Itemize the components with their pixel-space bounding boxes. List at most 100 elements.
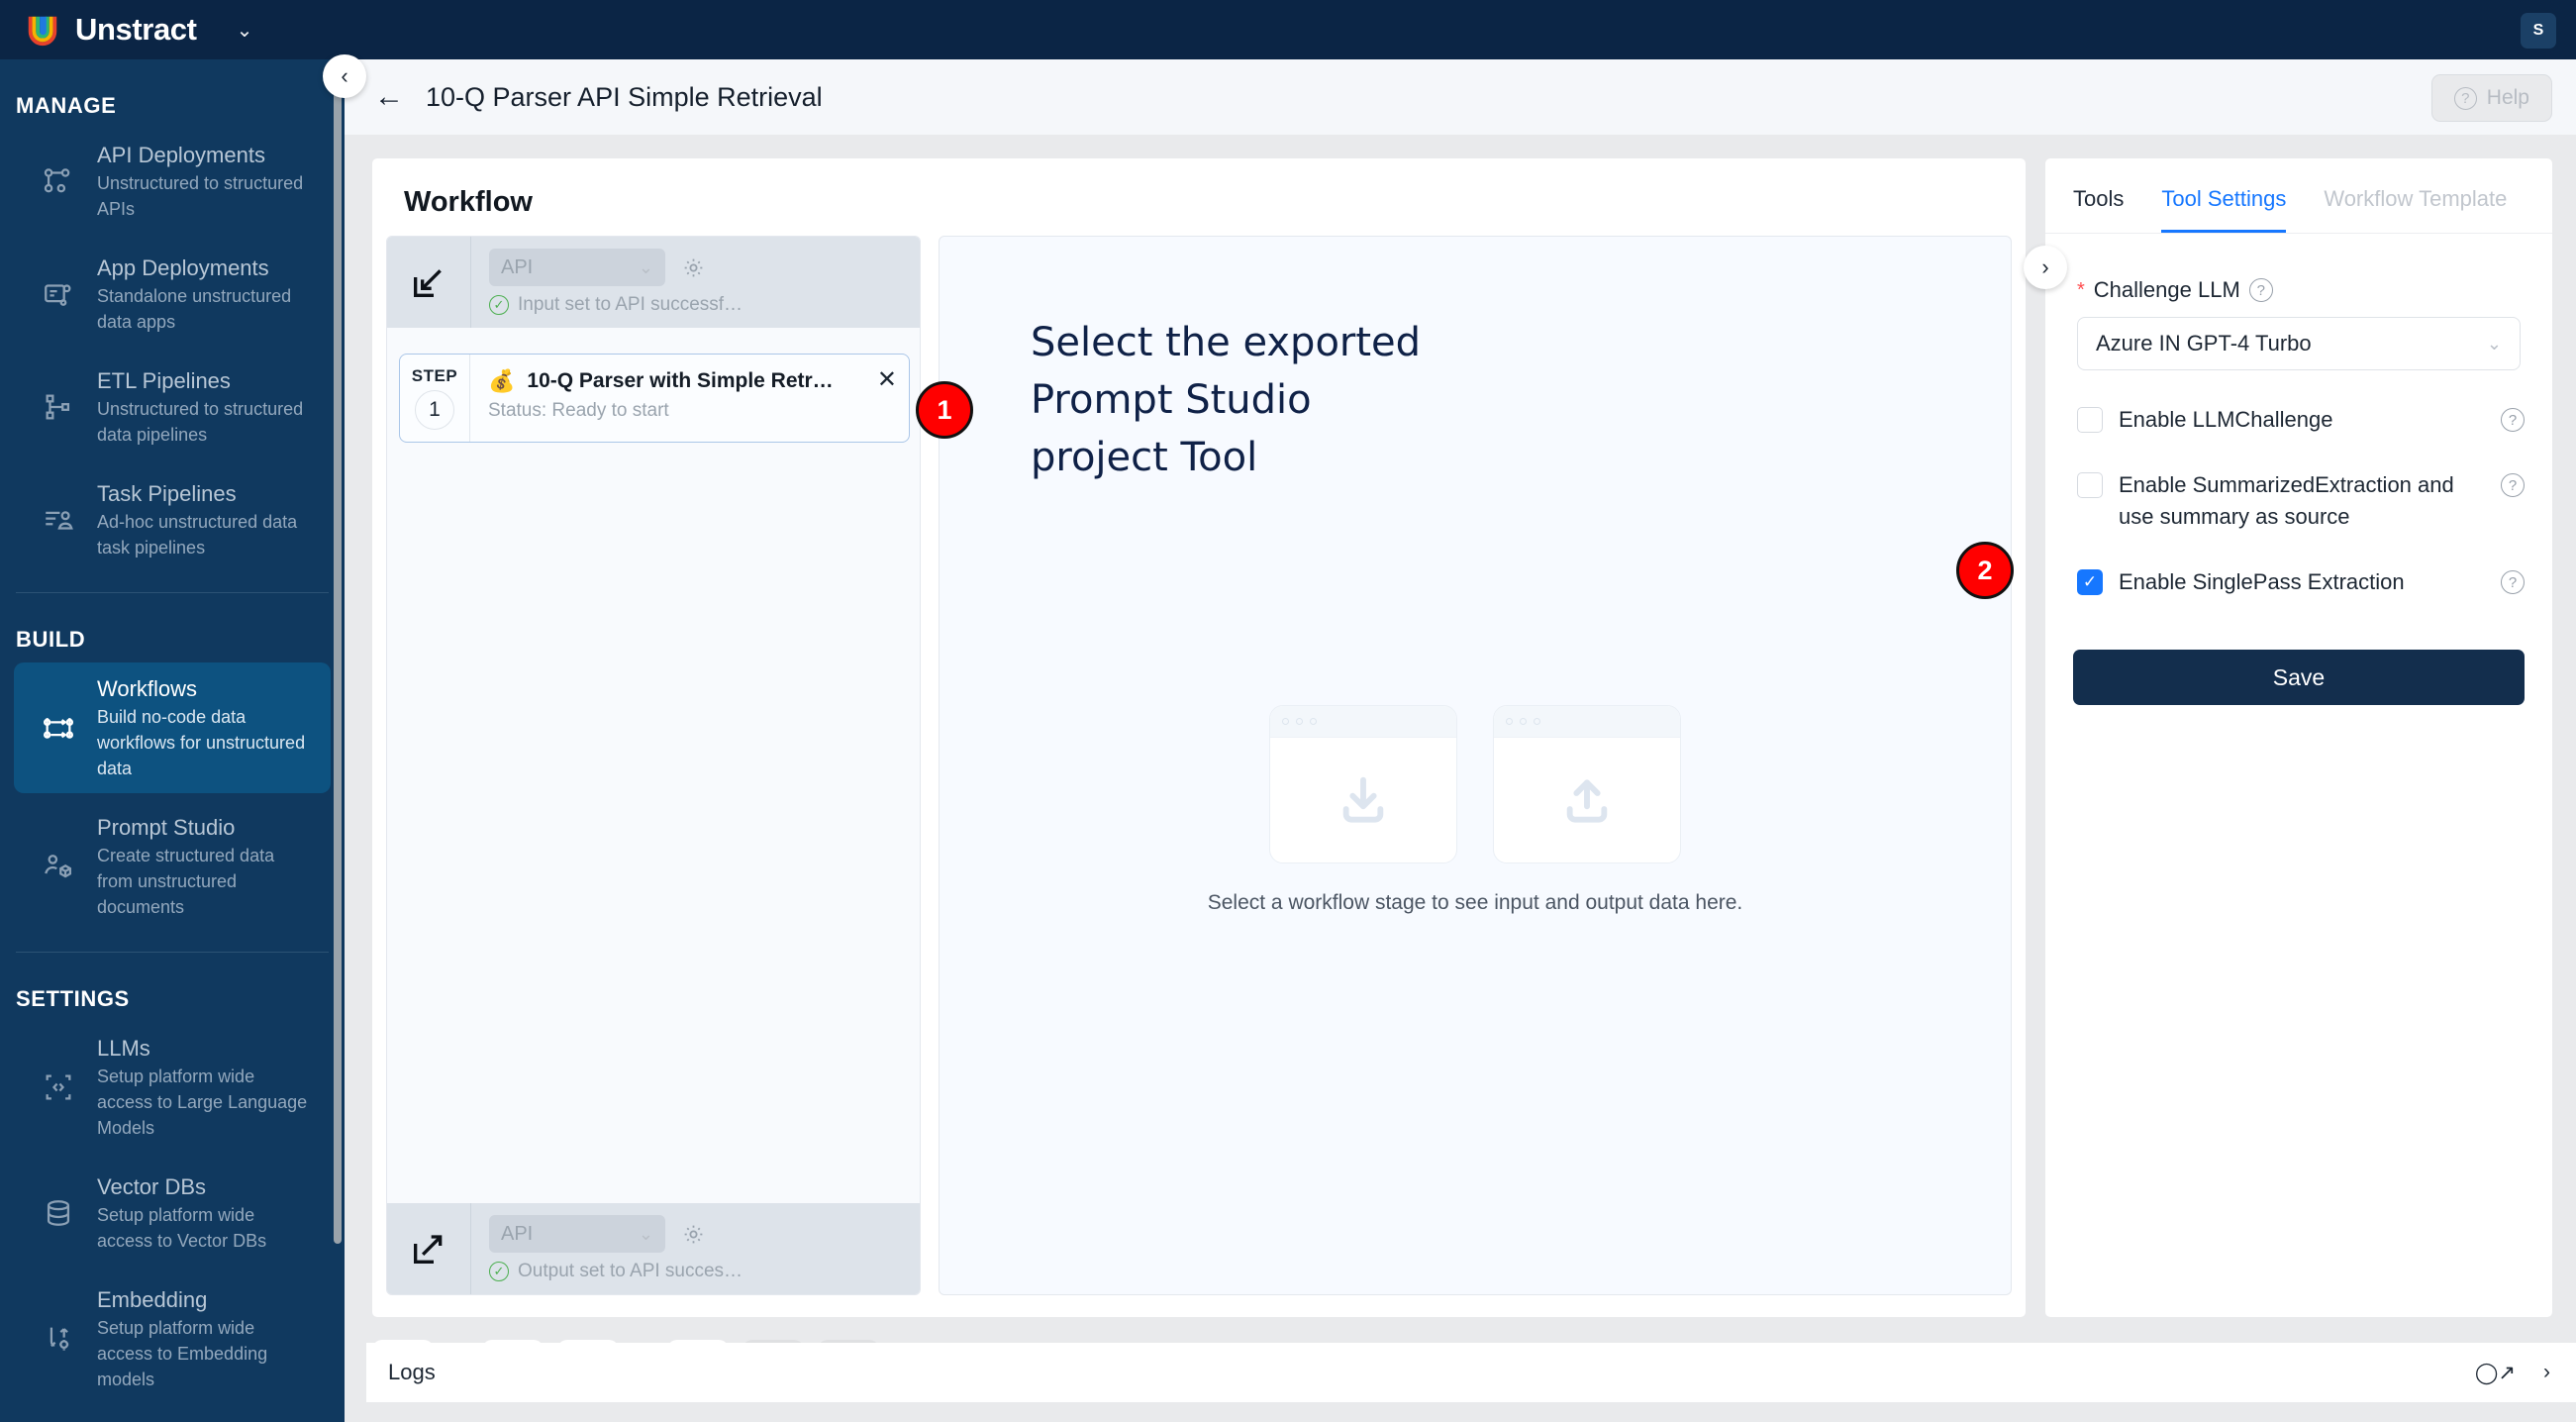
tab-workflow-template[interactable]: Workflow Template bbox=[2324, 186, 2507, 233]
input-import-icon bbox=[387, 237, 470, 328]
sidebar-item-title: ETL Pipelines bbox=[97, 368, 231, 393]
sidebar-item-title: Task Pipelines bbox=[97, 481, 237, 506]
input-connector-value: API bbox=[501, 255, 534, 278]
sidebar-item-llms[interactable]: LLMs Setup platform wide access to Large… bbox=[14, 1022, 331, 1153]
money-bag-icon: 💰 bbox=[488, 368, 516, 393]
workflow-output-row: API ⌄ bbox=[489, 1215, 920, 1253]
sidebar-item-title: App Deployments bbox=[97, 255, 269, 280]
sidebar-item-workflows[interactable]: Workflows Build no-code data workflows f… bbox=[14, 662, 331, 793]
hint-line-1: Select the exported bbox=[1031, 320, 1422, 365]
sidebar-item-title: API Deployments bbox=[97, 143, 265, 167]
enable-llmchallenge-label: Enable LLMChallenge bbox=[2119, 407, 2333, 432]
input-node-status-text: Input set to API successf… bbox=[518, 294, 743, 315]
card-titlebar bbox=[1493, 706, 1680, 738]
chevron-down-icon: ⌄ bbox=[2486, 333, 2502, 354]
dot-icon bbox=[1309, 718, 1317, 725]
sidebar-collapse-toggle[interactable]: ‹ bbox=[323, 54, 366, 98]
panel-expand-toggle[interactable]: › bbox=[2024, 246, 2067, 289]
enable-llmchallenge-row: Enable LLMChallenge ? bbox=[2045, 370, 2552, 436]
enable-singlepass-extraction-row: ✓ Enable SinglePass Extraction ? bbox=[2045, 533, 2552, 598]
sidebar-scroll-area: MANAGE API Deployments Unstructured to s… bbox=[0, 59, 345, 1422]
tool-settings-panel: › Tools Tool Settings Workflow Template … bbox=[2024, 158, 2552, 1317]
question-circle-icon[interactable]: ? bbox=[2501, 570, 2525, 594]
sidebar-item-subtitle: Unstructured to structured data pipeline… bbox=[97, 399, 304, 445]
sidebar-item-task-pipelines[interactable]: Task Pipelines Ad-hoc unstructured data … bbox=[14, 467, 331, 572]
sidebar-item-texts: Vector DBs Setup platform wide access to… bbox=[97, 1172, 313, 1254]
enable-summarized-extraction-label: Enable SummarizedExtraction and use summ… bbox=[2119, 472, 2454, 529]
sidebar-section-build: BUILD bbox=[16, 627, 86, 652]
etl-pipelines-icon bbox=[36, 384, 81, 430]
enable-summarized-extraction-row: Enable SummarizedExtraction and use summ… bbox=[2045, 436, 2552, 533]
step-number: 1 bbox=[415, 390, 454, 430]
app-root: Unstract ⌄ S MANAGE API Deployments Unst… bbox=[0, 0, 2576, 1422]
logs-label: Logs bbox=[388, 1360, 436, 1384]
workflow-preview-area: Select the exported Prompt Studio projec… bbox=[939, 236, 2012, 1295]
sidebar-item-etl-pipelines[interactable]: ETL Pipelines Unstructured to structured… bbox=[14, 355, 331, 459]
output-connector-value: API bbox=[501, 1222, 534, 1245]
chevron-right-icon[interactable]: › bbox=[2543, 1361, 2550, 1385]
input-connector-select[interactable]: API ⌄ bbox=[489, 249, 665, 286]
workflow-output-node-body: API ⌄ ✓ Output set to API succes… bbox=[470, 1203, 920, 1294]
gear-icon[interactable] bbox=[681, 1222, 706, 1247]
back-arrow-icon[interactable]: ← bbox=[374, 82, 404, 112]
question-circle-icon[interactable]: ? bbox=[2501, 408, 2525, 432]
workflow-body: API ⌄ ✓ Input set to API successf… STEP … bbox=[386, 236, 2012, 1295]
sidebar-item-vector-dbs[interactable]: Vector DBs Setup platform wide access to… bbox=[14, 1161, 331, 1266]
sidebar-item-texts: ETL Pipelines Unstructured to structured… bbox=[97, 366, 313, 448]
chevron-down-icon: ⌄ bbox=[638, 256, 653, 277]
dot-icon bbox=[1533, 718, 1540, 725]
workflow-step-card[interactable]: STEP 1 💰 10-Q Parser with Simple Retr… S… bbox=[399, 354, 910, 443]
enable-llmchallenge-checkbox[interactable] bbox=[2077, 407, 2103, 433]
challenge-llm-select[interactable]: Azure IN GPT-4 Turbo ⌄ bbox=[2077, 317, 2521, 370]
dot-icon bbox=[1505, 718, 1513, 725]
card-titlebar bbox=[1269, 706, 1456, 738]
gear-icon[interactable] bbox=[681, 255, 706, 280]
vector-dbs-icon bbox=[36, 1190, 81, 1236]
save-button[interactable]: Save bbox=[2073, 650, 2525, 705]
enable-summarized-extraction-checkbox[interactable] bbox=[2077, 472, 2103, 498]
close-icon[interactable]: ✕ bbox=[877, 368, 897, 392]
sidebar-item-embedding[interactable]: Embedding Setup platform wide access to … bbox=[14, 1273, 331, 1404]
workflow-hint-text: Select the exported Prompt Studio projec… bbox=[1031, 314, 1421, 486]
workflows-icon bbox=[36, 705, 81, 751]
sidebar-item-texts: API Deployments Unstructured to structur… bbox=[97, 141, 313, 222]
task-pipelines-icon bbox=[36, 497, 81, 543]
upload-icon bbox=[1494, 738, 1680, 863]
api-deployments-icon bbox=[36, 158, 81, 204]
embedding-icon bbox=[36, 1316, 81, 1362]
unstract-logo-icon bbox=[24, 11, 61, 49]
help-button[interactable]: ? Help bbox=[2430, 74, 2552, 122]
tab-tools[interactable]: Tools bbox=[2073, 186, 2124, 233]
sidebar-item-texts: App Deployments Standalone unstructured … bbox=[97, 254, 313, 335]
sidebar-item-app-deployments[interactable]: App Deployments Standalone unstructured … bbox=[14, 242, 331, 347]
sidebar-section-manage: MANAGE bbox=[16, 93, 117, 118]
question-circle-icon[interactable]: ? bbox=[2248, 278, 2273, 302]
sidebar-item-api-deployments[interactable]: API Deployments Unstructured to structur… bbox=[14, 129, 331, 234]
check-circle-icon: ✓ bbox=[489, 1262, 509, 1281]
workflow-output-node[interactable]: API ⌄ ✓ Output set to API succes… bbox=[387, 1203, 920, 1294]
tab-tool-settings[interactable]: Tool Settings bbox=[2161, 186, 2287, 233]
workflow-heading: Workflow bbox=[404, 186, 533, 218]
prompt-studio-icon bbox=[36, 844, 81, 889]
avatar[interactable]: S bbox=[2521, 13, 2556, 49]
hint-line-3: project Tool bbox=[1031, 435, 1258, 480]
chevron-down-icon[interactable]: ⌄ bbox=[237, 18, 253, 43]
input-node-status: ✓ Input set to API successf… bbox=[489, 294, 920, 316]
page-header: ← 10-Q Parser API Simple Retrieval ? Hel… bbox=[345, 59, 2576, 135]
question-circle-icon[interactable]: ? bbox=[2501, 473, 2525, 497]
step-title-row: 💰 10-Q Parser with Simple Retr… bbox=[488, 368, 844, 394]
output-connector-select[interactable]: API ⌄ bbox=[489, 1215, 665, 1253]
sidebar-item-prompt-studio[interactable]: Prompt Studio Create structured data fro… bbox=[14, 801, 331, 932]
sidebar-scrollbar[interactable] bbox=[334, 65, 342, 1244]
workflow-input-node[interactable]: API ⌄ ✓ Input set to API successf… bbox=[387, 237, 920, 328]
sidebar: MANAGE API Deployments Unstructured to s… bbox=[0, 59, 345, 1422]
sidebar-item-title: Workflows bbox=[97, 676, 198, 701]
expand-icon[interactable]: ◯↗ bbox=[2475, 1361, 2516, 1385]
brand-logo[interactable]: Unstract ⌄ bbox=[0, 11, 252, 49]
chevron-down-icon: ⌄ bbox=[638, 1223, 653, 1244]
sidebar-item-title: Prompt Studio bbox=[97, 815, 236, 840]
hint-line-2: Prompt Studio bbox=[1031, 377, 1312, 423]
enable-singlepass-extraction-checkbox[interactable]: ✓ bbox=[2077, 569, 2103, 595]
sidebar-item-texts: Workflows Build no-code data workflows f… bbox=[97, 674, 313, 781]
step-status: Status: Ready to start bbox=[488, 400, 669, 421]
